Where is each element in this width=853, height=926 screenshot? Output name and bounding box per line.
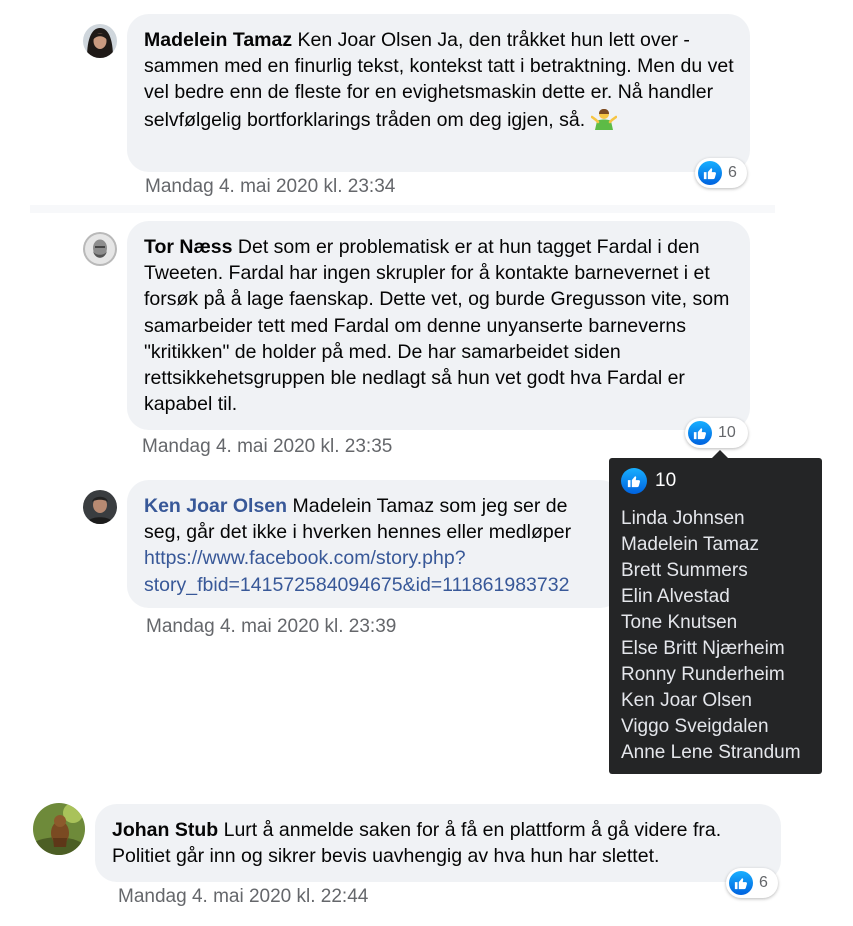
- reactor-name: Ken Joar Olsen: [621, 690, 752, 711]
- tooltip-count: 10: [655, 470, 677, 491]
- reactor-name: Elin Alvestad: [621, 586, 730, 607]
- comment-timestamp[interactable]: Mandag 4. mai 2020 kl. 23:39: [146, 616, 396, 638]
- reactor-list: Linda Johnsen Madelein Tamaz Brett Summe…: [621, 506, 810, 766]
- comment-text-line1: Madelein Tamaz som jeg ser de: [292, 495, 568, 517]
- tooltip-arrow: [712, 450, 728, 458]
- like-thumbs-up-icon: [698, 161, 722, 185]
- reactor-name: Madelein Tamaz: [621, 534, 760, 555]
- reactions-tooltip: 10 Linda Johnsen Madelein Tamaz Brett Su…: [609, 450, 822, 774]
- reaction-count-badge[interactable]: 10: [685, 418, 748, 448]
- man-shrugging-emoji: [590, 106, 617, 130]
- reactor-name: Tone Knutsen: [621, 612, 738, 633]
- avatar-johan-stub[interactable]: [33, 803, 85, 855]
- reaction-count: 10: [718, 424, 736, 441]
- comment-timestamp[interactable]: Mandag 4. mai 2020 kl. 22:44: [118, 886, 368, 908]
- thread-divider: [30, 205, 775, 213]
- reaction-count-badge[interactable]: 6: [695, 158, 747, 188]
- reactor-name: Linda Johnsen: [621, 508, 745, 529]
- avatar-tor-naess[interactable]: [83, 232, 117, 266]
- reactor-name: Else Britt Njærheim: [621, 638, 785, 659]
- reaction-count: 6: [728, 164, 737, 181]
- comment-author[interactable]: Madelein Tamaz: [144, 29, 292, 51]
- comment-text: Det som er problematisk er at hun tagget…: [144, 236, 730, 416]
- comment-author[interactable]: Tor Næss: [144, 236, 233, 258]
- comment-timestamp[interactable]: Mandag 4. mai 2020 kl. 23:34: [145, 176, 395, 198]
- comment-bubble-ken: Ken Joar Olsen Madelein Tamaz som jeg se…: [127, 480, 622, 608]
- comment-link-line2[interactable]: story_fbid=141572584094675&id=1118619837…: [144, 574, 569, 596]
- comment-bubble-madelein: Madelein Tamaz Ken Joar Olsen Ja, den tr…: [127, 14, 750, 172]
- comment-author[interactable]: Ken Joar Olsen: [144, 495, 287, 517]
- comment-bubble-johan: Johan Stub Lurt å anmelde saken for å få…: [95, 804, 781, 882]
- comment-text-line2: seg, går det ikke i hverken hennes eller…: [144, 521, 572, 544]
- comment-author[interactable]: Johan Stub: [112, 819, 218, 841]
- like-thumbs-up-icon: [688, 421, 712, 445]
- avatar-madelein-tamaz[interactable]: [83, 24, 117, 58]
- like-thumbs-up-icon: [729, 871, 753, 895]
- reactor-name: Ronny Runderheim: [621, 664, 785, 685]
- reactor-name: Viggo Sveigdalen: [621, 716, 769, 737]
- reactor-name: Brett Summers: [621, 560, 748, 581]
- reactor-name: Anne Lene Strandum: [621, 742, 801, 763]
- reaction-count: 6: [759, 874, 768, 891]
- comment-link-line1[interactable]: https://www.facebook.com/story.php?: [144, 547, 466, 569]
- comment-timestamp[interactable]: Mandag 4. mai 2020 kl. 23:35: [142, 436, 392, 458]
- tooltip-header: 10: [621, 467, 810, 495]
- like-thumbs-up-icon: [621, 468, 647, 494]
- comment-bubble-tor: Tor Næss Det som er problematisk er at h…: [127, 221, 750, 430]
- avatar-ken-joar-olsen[interactable]: [83, 490, 117, 524]
- reaction-count-badge[interactable]: 6: [726, 868, 778, 898]
